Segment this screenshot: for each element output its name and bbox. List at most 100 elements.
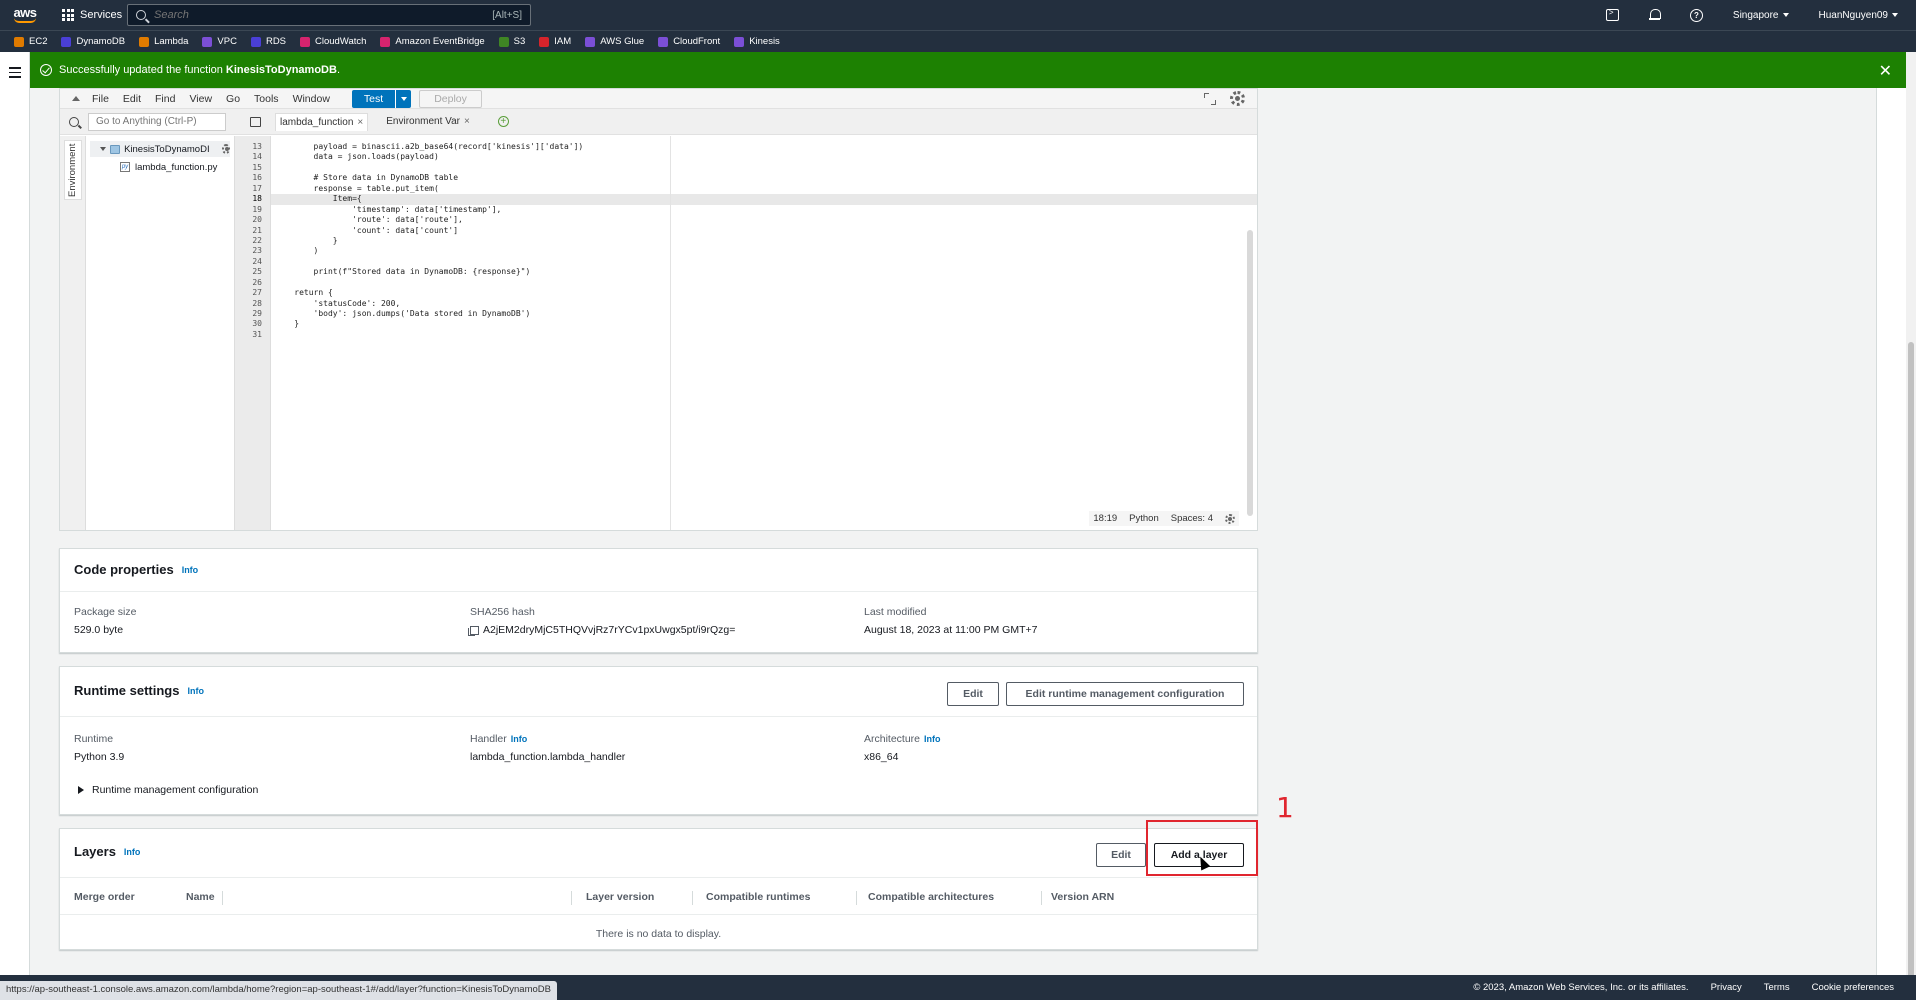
- favorite-glue[interactable]: AWS Glue: [585, 36, 644, 47]
- language-mode[interactable]: Python: [1129, 513, 1159, 524]
- info-link[interactable]: Info: [182, 565, 199, 575]
- runtime-field: Runtime Python 3.9: [74, 733, 125, 763]
- code-line[interactable]: 'count': data['count']: [271, 226, 1257, 236]
- code-line[interactable]: [271, 163, 1257, 173]
- favorite-vpc[interactable]: VPC: [202, 36, 237, 47]
- code-line[interactable]: [271, 330, 1257, 340]
- search-input[interactable]: [154, 9, 493, 21]
- code-line[interactable]: Item={: [271, 194, 1257, 205]
- runtime-management-expander[interactable]: Runtime management configuration: [78, 784, 258, 796]
- info-link[interactable]: Info: [187, 686, 204, 696]
- code-properties-header: Code properties Info: [74, 562, 198, 577]
- ide-settings-gear-icon[interactable]: [1230, 91, 1245, 106]
- copy-icon[interactable]: [468, 625, 479, 636]
- goto-anything-input[interactable]: [88, 112, 226, 131]
- fullscreen-icon[interactable]: [1204, 92, 1216, 105]
- code-line[interactable]: response = table.put_item(: [271, 184, 1257, 194]
- cursor-position[interactable]: 18:19: [1093, 513, 1117, 524]
- code-line[interactable]: 'statusCode': 200,: [271, 299, 1257, 309]
- col-merge-order[interactable]: Merge order: [74, 891, 135, 903]
- favorite-lambda[interactable]: Lambda: [139, 36, 188, 47]
- edit-runtime-management-button[interactable]: Edit runtime management configuration: [1006, 682, 1244, 706]
- menu-window[interactable]: Window: [293, 93, 330, 105]
- indent-setting[interactable]: Spaces: 4: [1171, 513, 1213, 524]
- menu-hamburger-icon[interactable]: [9, 67, 21, 81]
- favorite-dynamodb[interactable]: DynamoDB: [61, 36, 125, 47]
- col-layer-version[interactable]: Layer version: [586, 891, 654, 903]
- top-right-controls: ? Singapore HuanNguyen09: [1605, 0, 1898, 30]
- search-box[interactable]: [Alt+S]: [127, 4, 531, 26]
- code-line[interactable]: 'route': data['route'],: [271, 215, 1257, 225]
- code-editor[interactable]: payload = binascii.a2b_base64(record['ki…: [271, 136, 1257, 530]
- tab-close-icon[interactable]: ×: [357, 117, 363, 128]
- info-link[interactable]: Info: [511, 734, 528, 744]
- favorite-cloudwatch[interactable]: CloudWatch: [300, 36, 366, 47]
- menu-tools[interactable]: Tools: [254, 93, 279, 105]
- col-name[interactable]: Name: [186, 891, 215, 903]
- cloudshell-icon[interactable]: [1605, 8, 1619, 21]
- code-line[interactable]: return {: [271, 288, 1257, 298]
- code-line[interactable]: print(f"Stored data in DynamoDB: {respon…: [271, 267, 1257, 277]
- favorite-rds[interactable]: RDS: [250, 36, 286, 47]
- favorite-iam[interactable]: IAM: [539, 36, 571, 47]
- flash-close-icon[interactable]: ✕: [1879, 61, 1892, 81]
- col-compatible-runtimes[interactable]: Compatible runtimes: [706, 891, 810, 903]
- code-line[interactable]: ): [271, 246, 1257, 256]
- test-button[interactable]: Test: [351, 89, 412, 108]
- code-line[interactable]: # Store data in DynamoDB table: [271, 173, 1257, 183]
- status-settings-gear-icon[interactable]: [1225, 513, 1235, 524]
- menu-view[interactable]: View: [189, 93, 212, 105]
- footer-terms-link[interactable]: Terms: [1764, 982, 1790, 993]
- menu-find[interactable]: Find: [155, 93, 175, 105]
- layers-edit-button[interactable]: Edit: [1096, 843, 1146, 867]
- deploy-button[interactable]: Deploy: [419, 89, 482, 108]
- services-menu-button[interactable]: Services: [62, 9, 122, 21]
- code-line[interactable]: payload = binascii.a2b_base64(record['ki…: [271, 142, 1257, 152]
- environment-tab[interactable]: Environment: [64, 140, 82, 200]
- menu-file[interactable]: File: [92, 93, 109, 105]
- col-version-arn[interactable]: Version ARN: [1051, 891, 1114, 903]
- code-line[interactable]: [271, 257, 1257, 267]
- tab-lambda-function[interactable]: lambda_function ×: [275, 112, 369, 131]
- runtime-settings-header: Runtime settings Info: [74, 683, 204, 698]
- info-link[interactable]: Info: [124, 847, 141, 857]
- tab-close-icon[interactable]: ×: [464, 116, 470, 127]
- favorite-kinesis[interactable]: Kinesis: [734, 36, 780, 47]
- split-pane-icon[interactable]: [250, 116, 261, 127]
- favorite-s3[interactable]: S3: [498, 36, 525, 47]
- help-icon[interactable]: ?: [1689, 8, 1703, 22]
- tree-settings-gear-icon[interactable]: [221, 144, 230, 154]
- code-line[interactable]: 'timestamp': data['timestamp'],: [271, 205, 1257, 215]
- aws-logo[interactable]: aws: [0, 0, 50, 30]
- account-menu[interactable]: HuanNguyen09: [1819, 10, 1898, 21]
- footer-privacy-link[interactable]: Privacy: [1711, 982, 1742, 993]
- code-line[interactable]: }: [271, 236, 1257, 246]
- col-compatible-architectures[interactable]: Compatible architectures: [868, 891, 994, 903]
- favorite-eventbridge[interactable]: Amazon EventBridge: [380, 36, 485, 47]
- code-line[interactable]: data = json.loads(payload): [271, 152, 1257, 162]
- panel-title: Layers: [74, 844, 116, 859]
- code-line[interactable]: [271, 278, 1257, 288]
- code-line[interactable]: }: [271, 319, 1257, 329]
- info-link[interactable]: Info: [924, 734, 941, 744]
- ide-search-icon[interactable]: [60, 116, 88, 127]
- runtime-edit-button[interactable]: Edit: [947, 682, 999, 706]
- page-scrollbar[interactable]: [1906, 52, 1916, 982]
- tree-root-folder[interactable]: KinesisToDynamoDI: [90, 141, 230, 157]
- footer-cookie-preferences-link[interactable]: Cookie preferences: [1812, 982, 1894, 993]
- menu-edit[interactable]: Edit: [123, 93, 141, 105]
- favorite-ec2[interactable]: EC2: [14, 36, 47, 47]
- editor-scrollbar[interactable]: [1247, 230, 1253, 516]
- favorite-cloudfront[interactable]: CloudFront: [658, 36, 720, 47]
- notifications-bell-icon[interactable]: [1648, 9, 1661, 21]
- scrollbar-thumb[interactable]: [1908, 342, 1914, 982]
- test-dropdown-icon[interactable]: [395, 89, 411, 108]
- new-tab-plus-icon[interactable]: +: [497, 116, 509, 127]
- layers-panel: Layers Info Edit Add a layer Merge order…: [59, 828, 1258, 950]
- region-selector[interactable]: Singapore: [1733, 10, 1789, 21]
- collapse-up-icon[interactable]: [72, 96, 80, 101]
- code-line[interactable]: 'body': json.dumps('Data stored in Dynam…: [271, 309, 1257, 319]
- tab-environment-var[interactable]: Environment Var ×: [382, 113, 474, 131]
- menu-go[interactable]: Go: [226, 93, 240, 105]
- tree-file-lambda-function[interactable]: py lambda_function.py: [86, 159, 234, 175]
